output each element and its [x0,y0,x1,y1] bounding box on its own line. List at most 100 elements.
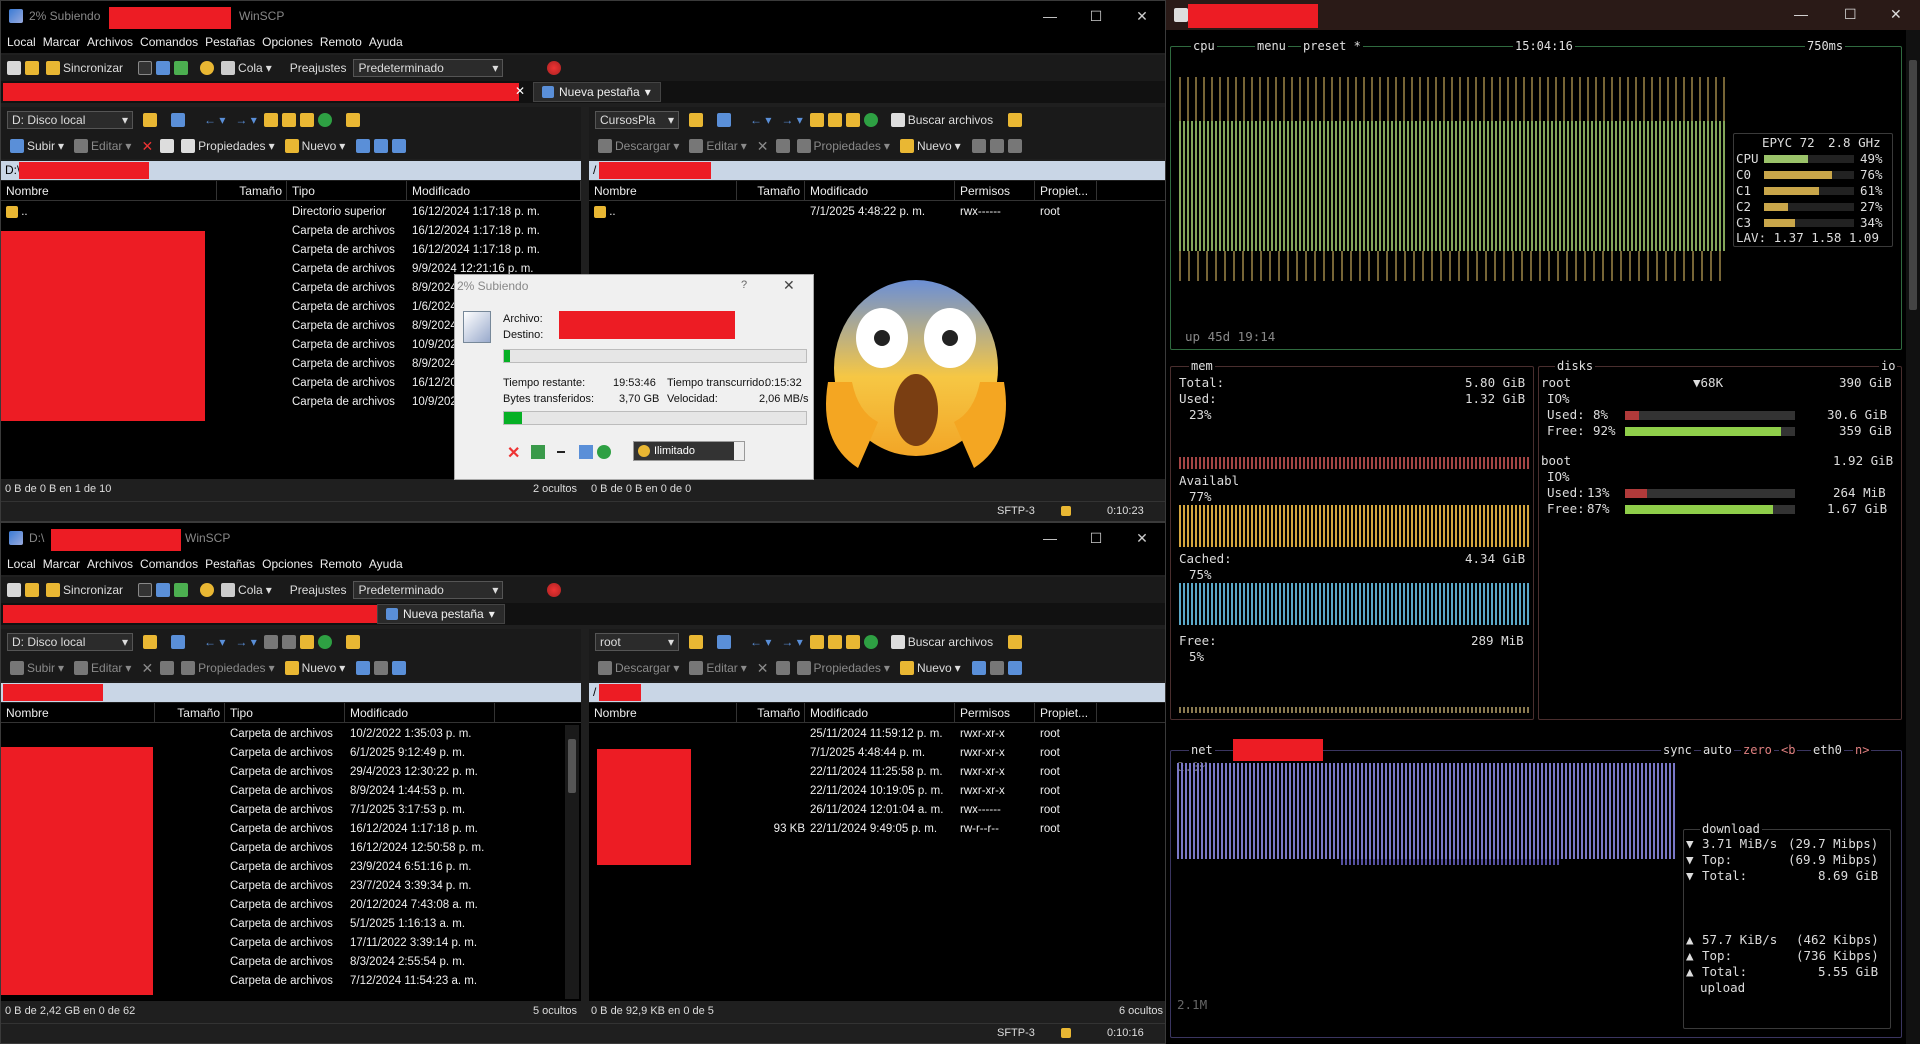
menu-pestanas[interactable]: Pestañas [205,557,255,571]
bookmark-icon[interactable] [345,113,360,127]
parent-folder-icon[interactable] [263,635,278,649]
unselect-icon[interactable] [374,661,389,675]
right-rename-icon[interactable] [775,139,790,153]
right-delete-icon[interactable]: ✕ [754,138,772,155]
right-open-folder-icon[interactable] [689,635,703,649]
minimize-icon[interactable] [557,451,565,453]
right-file-panel[interactable]: Nombre Tamaño Modificado Permisos Propie… [589,703,1165,1001]
forward-button[interactable]: → ▾ [232,635,259,649]
right-refresh-icon[interactable] [863,113,878,127]
putty-icon[interactable] [156,61,171,75]
table-row[interactable]: Carpeta de archivos 10/2/2022 1:35:03 p. … [1,725,561,744]
open-folder-icon[interactable] [143,113,157,127]
menu-archivos[interactable]: Archivos [87,557,133,571]
right-edit-button[interactable]: Editar ▾ [686,661,749,675]
new-button[interactable]: Nuevo ▾ [282,139,349,153]
col-modified[interactable]: Modificado [805,703,955,723]
sync-button[interactable]: Sincronizar [43,61,126,75]
col-type[interactable]: Tipo [287,181,407,201]
presets-select[interactable]: Predeterminado ▾ [353,59,504,77]
properties-button[interactable]: Propiedades ▾ [178,661,277,675]
right-delete-icon[interactable]: ✕ [754,660,772,677]
network-icon[interactable] [597,445,611,459]
col-owner[interactable]: Propiet... [1035,181,1097,201]
right-drive-select[interactable]: root ▾ [595,633,679,651]
right-select-all-icon[interactable] [971,139,986,153]
queue-button[interactable]: Cola ▾ [218,61,275,75]
root-folder-icon[interactable] [281,635,296,649]
menu-opciones[interactable]: Opciones [262,557,313,571]
speed-limit-select[interactable]: Ilimitado [633,441,745,461]
queue-button[interactable]: Cola ▾ [218,583,275,597]
dialog-close-button[interactable]: ✕ [783,277,795,294]
transfer-icon[interactable] [174,583,189,597]
right-forward-button[interactable]: → ▾ [778,113,805,127]
select-all-icon[interactable] [356,661,371,675]
right-filter-select-icon[interactable] [1007,661,1022,675]
gear-icon[interactable] [200,583,215,597]
presets-select[interactable]: Predeterminado ▾ [353,581,504,599]
forward-button[interactable]: → ▾ [232,113,259,127]
session-icon[interactable] [547,583,562,597]
delete-icon[interactable]: ✕ [138,138,156,155]
download-button[interactable]: Descargar ▾ [595,139,682,153]
io-tab[interactable]: io [1879,359,1898,373]
col-name[interactable]: Nombre [589,181,737,201]
upload-button[interactable]: Subir ▾ [7,139,67,153]
menu-pestanas[interactable]: Pestañas [205,35,255,49]
right-back-button[interactable]: ← ▾ [747,113,774,127]
refresh-icon[interactable] [317,113,332,127]
col-name[interactable]: Nombre [1,703,155,723]
table-row[interactable]: 25/11/2024 11:59:12 p. m. rwxr-xr-x root [589,725,1165,744]
move-to-queue-icon[interactable] [531,445,545,459]
col-modified[interactable]: Modificado [805,181,955,201]
mem-tab[interactable]: mem [1189,359,1215,373]
edit-button[interactable]: Editar ▾ [71,661,134,675]
right-filter-icon[interactable] [717,113,731,127]
back-button[interactable]: ← ▾ [201,113,228,127]
col-type[interactable]: Tipo [225,703,345,723]
filter-icon[interactable] [171,113,185,127]
sync-browse-icon[interactable] [25,583,39,597]
menu-opciones[interactable]: Opciones [262,35,313,49]
upload-button[interactable]: Subir ▾ [7,661,67,675]
right-unselect-icon[interactable] [989,661,1004,675]
right-bookmark-icon[interactable] [1008,635,1023,649]
right-refresh-icon[interactable] [863,635,878,649]
right-properties-button[interactable]: Propiedades ▾ [794,139,893,153]
menu-ayuda[interactable]: Ayuda [369,557,403,571]
right-back-button[interactable]: ← ▾ [747,635,774,649]
auto-toggle[interactable]: auto [1701,743,1734,757]
session-icon[interactable] [547,61,562,75]
gear-icon[interactable] [200,61,215,75]
select-all-icon[interactable] [356,139,371,153]
next-interface-button[interactable]: n> [1853,743,1872,757]
unselect-icon[interactable] [374,139,389,153]
rename-icon[interactable] [160,661,175,675]
console-icon[interactable] [138,583,153,597]
prev-interface-button[interactable]: <b [1779,743,1798,757]
right-open-folder-icon[interactable] [689,113,703,127]
col-size[interactable]: Tamaño [155,703,225,723]
left-scrollbar[interactable] [565,725,579,999]
menu-archivos[interactable]: Archivos [87,35,133,49]
disks-tab[interactable]: disks [1555,359,1596,373]
sync-toggle[interactable]: sync [1661,743,1694,757]
col-modified[interactable]: Modificado [345,703,495,723]
right-root-folder-icon[interactable] [827,113,842,127]
left-file-panel[interactable]: Nombre Tamaño Tipo Modificado Carpeta de… [1,703,581,1001]
right-filter-select-icon[interactable] [1007,139,1022,153]
maximize-button[interactable]: ☐ [1073,1,1119,31]
console-icon[interactable] [138,61,153,75]
right-properties-button[interactable]: Propiedades ▾ [794,661,893,675]
right-rename-icon[interactable] [775,661,790,675]
help-button[interactable]: ? [741,279,747,291]
root-folder-icon[interactable] [281,113,296,127]
sync-browse-icon[interactable] [25,61,39,75]
edit-button[interactable]: Editar ▾ [71,139,134,153]
left-hidden-count[interactable]: 5 ocultos [533,1002,577,1020]
right-home-icon[interactable] [845,113,860,127]
right-bookmark-icon[interactable] [1008,113,1023,127]
right-new-button[interactable]: Nuevo ▾ [897,661,964,675]
cpu-tab[interactable]: cpu [1191,39,1217,53]
